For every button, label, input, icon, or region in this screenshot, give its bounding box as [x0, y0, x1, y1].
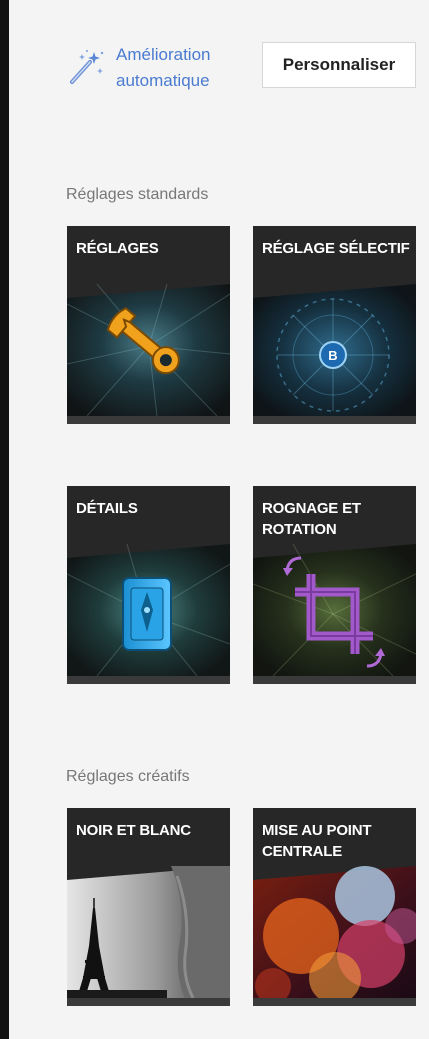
tile-bottom-bar	[253, 416, 416, 424]
tile-noir-et-blanc[interactable]: NOIR ET BLANC	[67, 808, 230, 1006]
tile-bottom-bar	[253, 676, 416, 684]
personalize-button[interactable]: Personnaliser	[262, 42, 416, 88]
top-toolbar: Amélioration automatique Personnaliser	[66, 42, 421, 102]
tile-label: RÉGLAGES	[76, 240, 159, 257]
tile-bottom-bar	[67, 998, 230, 1006]
tile-rognage-rotation[interactable]: ROGNAGE ET ROTATION	[253, 486, 416, 684]
tile-label: DÉTAILS	[76, 500, 138, 517]
sharpener-icon	[67, 544, 230, 676]
tile-details[interactable]: DÉTAILS	[67, 486, 230, 684]
bokeh-photo	[253, 866, 416, 998]
auto-enhance-label: Amélioration automatique	[116, 45, 211, 90]
left-border	[0, 0, 9, 1039]
tile-mise-au-point-centrale[interactable]: MISE AU POINT CENTRALE	[253, 808, 416, 1006]
eiffel-tower-photo	[67, 866, 230, 998]
tile-reglages[interactable]: RÉGLAGES	[67, 226, 230, 424]
tile-reglage-selectif[interactable]: RÉGLAGE SÉLECTIF B	[253, 226, 416, 424]
control-point-badge: B	[328, 348, 337, 363]
tile-label: RÉGLAGE SÉLECTIF	[262, 240, 410, 257]
tile-bottom-bar	[67, 676, 230, 684]
auto-enhance-link[interactable]: Amélioration automatique	[66, 42, 246, 102]
wrench-icon	[67, 284, 230, 416]
tile-bottom-bar	[253, 998, 416, 1006]
control-point-icon: B	[253, 284, 416, 416]
magic-wand-icon	[70, 50, 104, 84]
tile-label: ROGNAGE ET ROTATION	[262, 500, 361, 538]
crop-rotate-icon	[253, 544, 416, 676]
tile-label: MISE AU POINT CENTRALE	[262, 822, 372, 860]
tile-label: NOIR ET BLANC	[76, 822, 191, 839]
tile-bottom-bar	[67, 416, 230, 424]
section-title-standard: Réglages standards	[66, 186, 209, 203]
section-title-creative: Réglages créatifs	[66, 768, 190, 785]
